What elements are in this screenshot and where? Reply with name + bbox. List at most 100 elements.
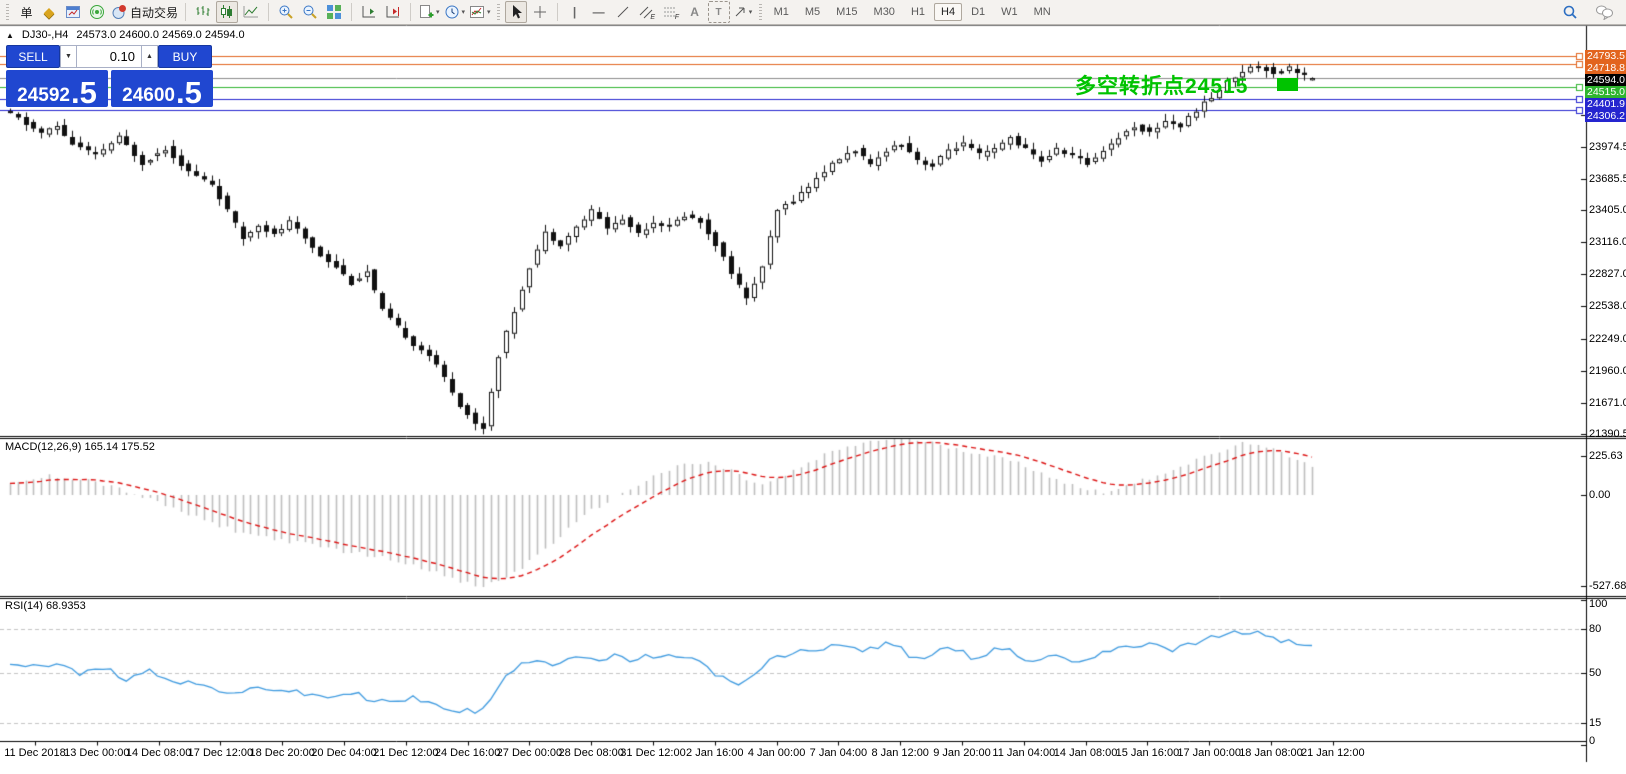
time-axis-label: 17 Jan 00:00 xyxy=(1177,747,1241,759)
step-up-icon: ▲ xyxy=(146,53,153,60)
rsi-tick-label: 15 xyxy=(1589,717,1601,729)
indicators-button[interactable]: ▾ xyxy=(468,1,492,23)
chevron-down-icon[interactable]: ▾ xyxy=(436,8,440,16)
buy-button[interactable]: BUY xyxy=(158,45,212,68)
timeframe-m5[interactable]: M5 xyxy=(798,3,827,21)
chart-title: ▲ DJ30-,H4 24573.0 24600.0 24569.0 24594… xyxy=(6,29,245,41)
chevron-down-icon[interactable]: ▾ xyxy=(462,8,466,16)
level-price-tag: 24718.8 xyxy=(1585,62,1626,74)
equidistant-channel-tool[interactable]: E xyxy=(636,1,658,23)
one-click-price-row: 24592 .5 24600 .5 xyxy=(6,70,216,107)
macd-tick-label: 0.00 xyxy=(1589,489,1610,501)
clock-icon xyxy=(444,4,460,20)
cursor-button[interactable] xyxy=(505,1,527,23)
price-tick-label: 22538.0 xyxy=(1589,300,1626,312)
new-order-label: 单 xyxy=(20,4,32,21)
signal-icon[interactable] xyxy=(86,1,108,23)
time-axis-label: 20 Dec 04:00 xyxy=(311,747,376,759)
auto-scroll-button[interactable] xyxy=(358,1,380,23)
zoom-out-button[interactable] xyxy=(299,1,321,23)
crosshair-button[interactable] xyxy=(529,1,551,23)
toolbar-grip[interactable] xyxy=(759,4,762,20)
sell-price-int: 24592 xyxy=(17,88,70,104)
window-icon xyxy=(65,4,81,20)
time-axis-label: 27 Dec 00:00 xyxy=(497,747,562,759)
level-price-tag: 24793.5 xyxy=(1585,50,1626,62)
current-price-tag: 24594.0 xyxy=(1585,74,1626,86)
price-chart-canvas[interactable] xyxy=(0,0,1626,774)
strategy-tester-icon[interactable] xyxy=(62,1,84,23)
timeframe-d1[interactable]: D1 xyxy=(964,3,992,21)
zoom-in-button[interactable] xyxy=(275,1,297,23)
vertical-line-tool[interactable]: | xyxy=(564,1,586,23)
timeframe-m30[interactable]: M30 xyxy=(867,3,902,21)
volume-input[interactable] xyxy=(77,45,141,68)
chart-shift-button[interactable] xyxy=(382,1,404,23)
buy-price-panel[interactable]: 24600 .5 xyxy=(111,70,213,107)
chat-button[interactable] xyxy=(1593,1,1615,23)
toolbar-separator xyxy=(185,3,186,21)
price-tick-label: 23974.5 xyxy=(1589,141,1626,153)
timeframe-periods-button[interactable]: ▾ xyxy=(443,1,467,23)
price-tick-label: 23685.5 xyxy=(1589,173,1626,185)
timeframe-m15[interactable]: M15 xyxy=(829,3,864,21)
timeframe-mn[interactable]: MN xyxy=(1027,3,1058,21)
time-axis-label: 18 Jan 08:00 xyxy=(1239,747,1303,759)
level-price-tag: 24515.0 xyxy=(1585,86,1626,98)
time-axis-label: 8 Jan 12:00 xyxy=(871,747,929,759)
rsi-tick-label: 50 xyxy=(1589,667,1601,679)
rsi-tick-label: 0 xyxy=(1589,735,1595,747)
volume-increase-button[interactable]: ▲ xyxy=(141,45,158,68)
search-button[interactable] xyxy=(1559,1,1581,23)
trendline-tool[interactable] xyxy=(612,1,634,23)
candlestick-icon xyxy=(219,4,235,20)
tile-windows-icon xyxy=(326,4,342,20)
price-tick-label: 23116.0 xyxy=(1589,236,1626,248)
new-chart-button[interactable]: ▾ xyxy=(417,1,441,23)
chart-symbol-period: DJ30-,H4 xyxy=(22,29,68,41)
sell-price-panel[interactable]: 24592 .5 xyxy=(6,70,108,107)
collapse-panel-icon[interactable]: ▲ xyxy=(6,31,14,40)
new-order-button[interactable]: 单 xyxy=(14,1,36,23)
toolbar-right-tools xyxy=(1558,1,1616,23)
time-axis-label: 2 Jan 16:00 xyxy=(686,747,744,759)
price-tick-label: 21390.5 xyxy=(1589,428,1626,440)
time-axis-label: 21 Jan 12:00 xyxy=(1301,747,1365,759)
new-chart-icon xyxy=(418,4,434,20)
chart-ohlc-values: 24573.0 24600.0 24569.0 24594.0 xyxy=(76,29,244,41)
macd-tick-label: -527.68 xyxy=(1589,580,1626,592)
zoom-out-icon xyxy=(302,4,318,20)
line-chart-button[interactable] xyxy=(240,1,262,23)
timeframe-m1[interactable]: M1 xyxy=(767,3,796,21)
arrows-tool[interactable]: ▾ xyxy=(732,1,754,23)
timeframe-group: M1M5M15M30H1H4D1W1MN xyxy=(766,3,1059,21)
toolbar-grip[interactable] xyxy=(497,4,500,20)
timeframe-w1[interactable]: W1 xyxy=(994,3,1025,21)
line-chart-icon xyxy=(243,4,259,20)
buy-price-frac: .5 xyxy=(176,81,202,104)
price-tick-label: 21960.0 xyxy=(1589,365,1626,377)
step-down-icon: ▼ xyxy=(65,53,72,60)
volume-decrease-button[interactable]: ▼ xyxy=(60,45,77,68)
time-axis-label: 21 Dec 12:00 xyxy=(373,747,438,759)
price-tick-label: 22827.0 xyxy=(1589,268,1626,280)
chevron-down-icon[interactable]: ▾ xyxy=(749,8,753,16)
price-tick-label: 23405.0 xyxy=(1589,204,1626,216)
bar-chart-button[interactable] xyxy=(192,1,214,23)
autotrading-button[interactable]: 自动交易 xyxy=(110,1,179,23)
timeframe-h4[interactable]: H4 xyxy=(934,3,962,21)
time-axis-label: 7 Jan 04:00 xyxy=(810,747,868,759)
toolbar-grip[interactable] xyxy=(6,4,9,20)
candlestick-chart-button[interactable] xyxy=(216,1,238,23)
tile-windows-button[interactable] xyxy=(323,1,345,23)
toolbar-separator xyxy=(351,3,352,21)
fibonacci-tool[interactable]: F xyxy=(660,1,682,23)
macd-indicator-header: MACD(12,26,9) 165.14 175.52 xyxy=(5,441,155,453)
sell-button[interactable]: SELL xyxy=(6,45,60,68)
timeframe-h1[interactable]: H1 xyxy=(904,3,932,21)
text-tool[interactable]: A xyxy=(684,1,706,23)
text-label-tool[interactable]: T xyxy=(708,1,730,23)
market-watch-icon[interactable]: ◆ xyxy=(38,1,60,23)
horizontal-line-tool[interactable]: — xyxy=(588,1,610,23)
chevron-down-icon[interactable]: ▾ xyxy=(487,8,491,16)
